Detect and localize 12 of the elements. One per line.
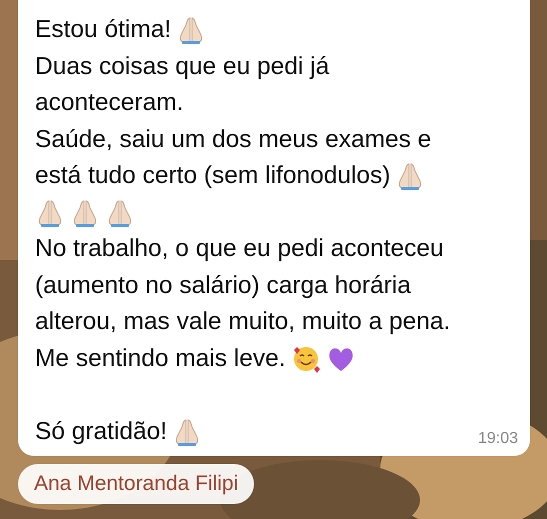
- message-line: Me sentindo mais leve.: [35, 344, 286, 373]
- sender-name: Ana Mentoranda Filipi: [18, 464, 254, 504]
- message-line: No trabalho, o que eu pedi aconteceu: [35, 235, 444, 264]
- message-time: 19:03: [478, 430, 518, 449]
- message-line: alterou, mas vale muito, muito a pena.: [35, 308, 450, 336]
- message-line: Estou ótima!: [35, 16, 172, 44]
- message-line: está tudo certo (sem lifonodulos): [35, 162, 390, 190]
- message-line: aconteceram.: [35, 89, 184, 118]
- message-line: Saúde, saiu um dos meus exames e: [35, 126, 432, 154]
- message-line: (aumento no salário) carga horária: [35, 272, 411, 300]
- message-line: Só gratidão!: [35, 418, 168, 446]
- message-line: Duas coisas que eu pedi já: [35, 52, 330, 81]
